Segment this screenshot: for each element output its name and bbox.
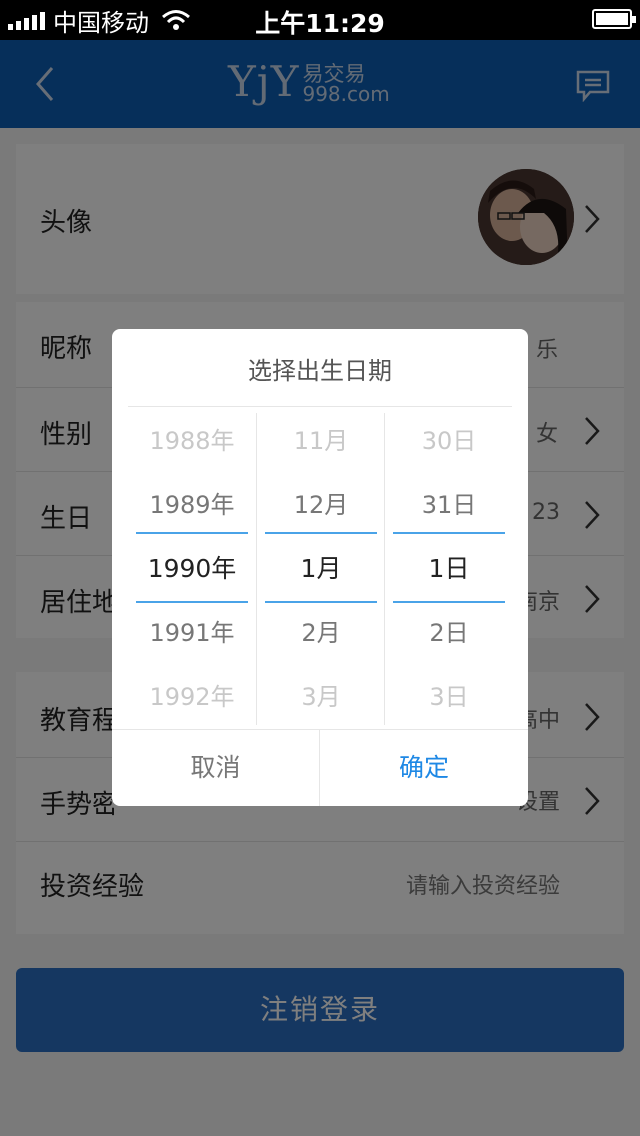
selection-line — [265, 601, 377, 603]
selection-line — [136, 532, 248, 534]
date-picker: 1988年 1989年 1990年 1991年 1992年 11月 12月 1月… — [128, 413, 512, 725]
year-option[interactable]: 1989年 — [128, 473, 256, 537]
year-option[interactable]: 1992年 — [128, 665, 256, 729]
dialog-buttons: 取消 确定 — [112, 729, 528, 806]
year-option[interactable]: 1991年 — [128, 601, 256, 665]
date-picker-dialog: 选择出生日期 1988年 1989年 1990年 1991年 1992年 11月… — [112, 329, 528, 806]
day-option[interactable]: 2日 — [385, 601, 513, 665]
battery-icon — [592, 9, 636, 29]
day-option[interactable]: 31日 — [385, 473, 513, 537]
confirm-button[interactable]: 确定 — [320, 730, 528, 806]
day-option[interactable]: 3日 — [385, 665, 513, 729]
month-option-selected[interactable]: 1月 — [257, 537, 385, 601]
month-option[interactable]: 3月 — [257, 665, 385, 729]
year-option[interactable]: 1988年 — [128, 409, 256, 473]
status-time: 上午11:29 — [255, 9, 385, 38]
month-option[interactable]: 12月 — [257, 473, 385, 537]
selection-line — [265, 532, 377, 534]
cancel-button[interactable]: 取消 — [112, 730, 320, 806]
selection-line — [393, 532, 505, 534]
dialog-divider — [128, 406, 512, 407]
selection-line — [393, 601, 505, 603]
year-wheel[interactable]: 1988年 1989年 1990年 1991年 1992年 — [128, 413, 256, 725]
day-option[interactable]: 30日 — [385, 409, 513, 473]
day-wheel[interactable]: 30日 31日 1日 2日 3日 — [384, 413, 512, 725]
status-bar: 中国移动 上午11:29 — [0, 0, 640, 40]
selection-line — [136, 601, 248, 603]
month-wheel[interactable]: 11月 12月 1月 2月 3月 — [256, 413, 384, 725]
month-option[interactable]: 11月 — [257, 409, 385, 473]
month-option[interactable]: 2月 — [257, 601, 385, 665]
dialog-title: 选择出生日期 — [248, 357, 392, 385]
day-option-selected[interactable]: 1日 — [385, 537, 513, 601]
year-option-selected[interactable]: 1990年 — [128, 537, 256, 601]
